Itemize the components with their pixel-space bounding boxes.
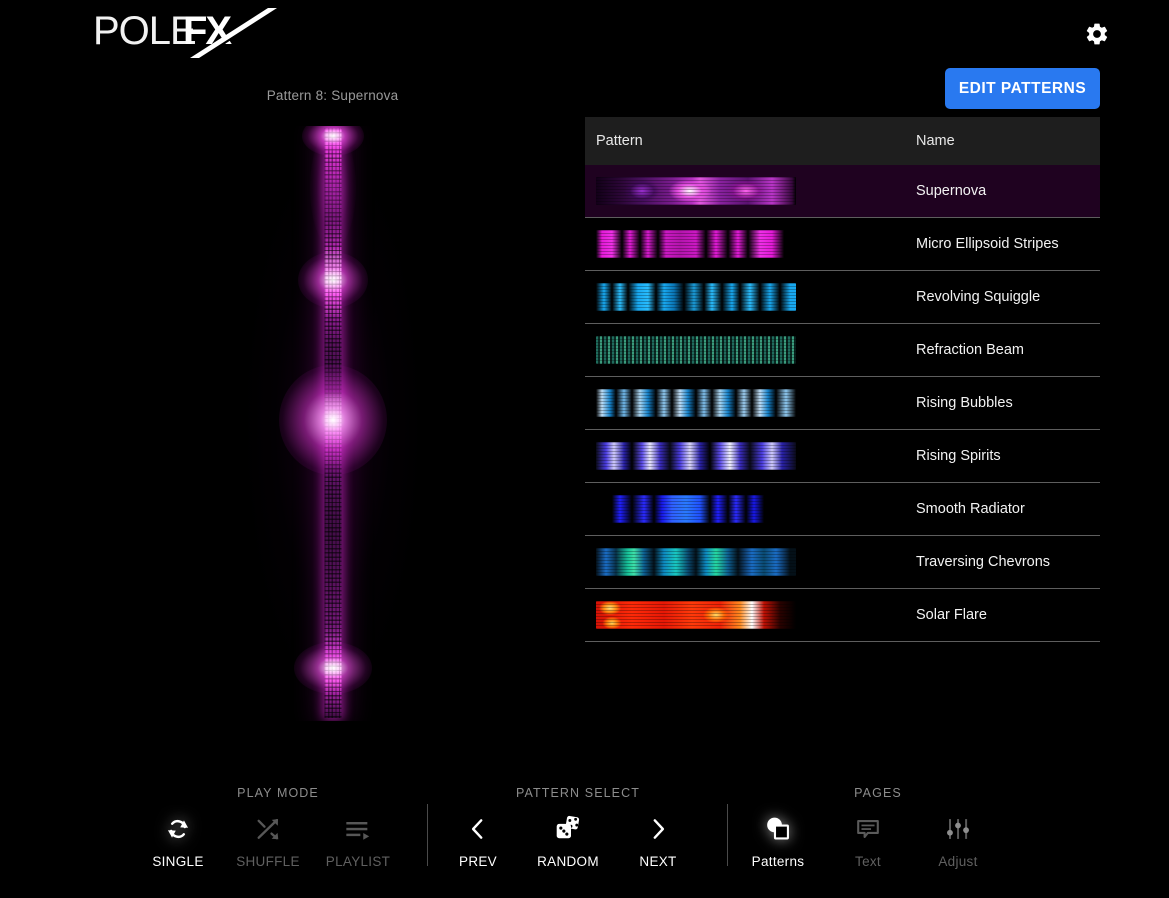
- play-mode-single-label: SINGLE: [152, 854, 204, 869]
- svg-text:FX: FX: [183, 9, 232, 53]
- playlist-icon: [344, 812, 372, 846]
- repeat-single-icon: [164, 812, 192, 846]
- chevron-right-icon: [645, 812, 671, 846]
- pattern-name: Refraction Beam: [916, 342, 1024, 358]
- pattern-name: Revolving Squiggle: [916, 289, 1041, 305]
- edit-patterns-button[interactable]: EDIT PATTERNS: [945, 68, 1100, 109]
- speech-bubble-icon: [854, 812, 882, 846]
- pattern-thumbnail-cell: [596, 548, 916, 576]
- pattern-thumbnail: [596, 283, 796, 311]
- pattern-thumbnail-cell: [596, 230, 916, 258]
- pattern-thumbnail: [596, 495, 796, 523]
- pattern-name: Micro Ellipsoid Stripes: [916, 236, 1059, 252]
- page-text-button[interactable]: Text: [823, 812, 913, 869]
- column-header-name: Name: [916, 133, 955, 149]
- page-patterns-label: Patterns: [751, 854, 805, 869]
- pages-title: PAGES: [854, 786, 902, 800]
- control-divider: [727, 804, 728, 866]
- svg-text:POLE: POLE: [93, 9, 196, 53]
- play-mode-title: PLAY MODE: [237, 786, 319, 800]
- table-row[interactable]: Smooth Radiator: [585, 483, 1100, 536]
- pattern-thumbnail-cell: [596, 283, 916, 311]
- pattern-next-label: NEXT: [639, 854, 677, 869]
- pattern-thumbnail-cell: [596, 177, 916, 205]
- pattern-thumbnail: [596, 442, 796, 470]
- play-mode-group: PLAY MODE SINGLE SHUFFLE PLAYLIST: [133, 786, 423, 869]
- led-pole-strip: [324, 128, 341, 718]
- pattern-name: Rising Spirits: [916, 448, 1001, 464]
- shuffle-icon: [254, 812, 282, 846]
- shapes-icon: [763, 812, 793, 846]
- pattern-thumbnail-cell: [596, 601, 916, 629]
- pattern-random-button[interactable]: RANDOM: [523, 812, 613, 869]
- pattern-thumbnail: [596, 177, 796, 205]
- page-adjust-button[interactable]: Adjust: [913, 812, 1003, 869]
- polefx-logo: POLE FX: [93, 8, 283, 58]
- pattern-thumbnail-cell: [596, 389, 916, 417]
- pattern-table-header: Pattern Name: [585, 117, 1100, 165]
- page-text-label: Text: [855, 854, 881, 869]
- play-mode-playlist-label: PLAYLIST: [325, 854, 391, 869]
- table-row[interactable]: Micro Ellipsoid Stripes: [585, 218, 1100, 271]
- pattern-thumbnail: [596, 230, 796, 258]
- pattern-table: Pattern Name Supernova Micro Ellipsoid S…: [585, 117, 1100, 642]
- pattern-name: Smooth Radiator: [916, 501, 1025, 517]
- play-mode-shuffle[interactable]: SHUFFLE: [223, 812, 313, 869]
- pattern-next-button[interactable]: NEXT: [613, 812, 703, 869]
- table-row[interactable]: Rising Spirits: [585, 430, 1100, 483]
- play-mode-single[interactable]: SINGLE: [133, 812, 223, 869]
- sliders-icon: [944, 812, 972, 846]
- play-mode-playlist[interactable]: PLAYLIST: [313, 812, 403, 869]
- pattern-select-group: PATTERN SELECT PREV RANDOM NEXT: [433, 786, 723, 869]
- pattern-thumbnail: [596, 336, 796, 364]
- pattern-prev-label: PREV: [459, 854, 497, 869]
- app-header: POLE FX: [0, 0, 1169, 66]
- pattern-thumbnail: [596, 389, 796, 417]
- table-row[interactable]: Traversing Chevrons: [585, 536, 1100, 589]
- pattern-thumbnail-cell: [596, 495, 916, 523]
- table-row[interactable]: Solar Flare: [585, 589, 1100, 642]
- table-row[interactable]: Revolving Squiggle: [585, 271, 1100, 324]
- pattern-name: Traversing Chevrons: [916, 554, 1051, 570]
- pattern-name: Supernova: [916, 183, 987, 199]
- current-pattern-label: Pattern 8: Supernova: [266, 88, 399, 103]
- app-root: POLE FX EDIT PATTERNS Pattern 8: Superno…: [0, 0, 1169, 898]
- led-pole: [273, 126, 393, 718]
- dice-icon: [553, 812, 583, 846]
- pattern-name: Solar Flare: [916, 607, 987, 623]
- table-row[interactable]: Rising Bubbles: [585, 377, 1100, 430]
- pattern-random-label: RANDOM: [537, 854, 599, 869]
- control-divider: [427, 804, 428, 866]
- bottom-control-bar: PLAY MODE SINGLE SHUFFLE PLAYLIST PATTER…: [0, 778, 1169, 898]
- gear-icon[interactable]: [1081, 18, 1113, 50]
- table-row[interactable]: Refraction Beam: [585, 324, 1100, 377]
- pattern-thumbnail-cell: [596, 442, 916, 470]
- pattern-prev-button[interactable]: PREV: [433, 812, 523, 869]
- column-header-pattern: Pattern: [596, 133, 643, 149]
- play-mode-shuffle-label: SHUFFLE: [236, 854, 300, 869]
- pages-group: PAGES Patterns Text Adjust: [733, 786, 1023, 869]
- page-patterns-button[interactable]: Patterns: [733, 812, 823, 869]
- chevron-left-icon: [465, 812, 491, 846]
- pattern-thumbnail-cell: [596, 336, 916, 364]
- table-row[interactable]: Supernova: [585, 165, 1100, 218]
- pattern-name: Rising Bubbles: [916, 395, 1013, 411]
- pattern-thumbnail: [596, 601, 796, 629]
- page-adjust-label: Adjust: [938, 854, 978, 869]
- pattern-thumbnail: [596, 548, 796, 576]
- pattern-select-title: PATTERN SELECT: [516, 786, 640, 800]
- pole-visualization: [230, 126, 435, 721]
